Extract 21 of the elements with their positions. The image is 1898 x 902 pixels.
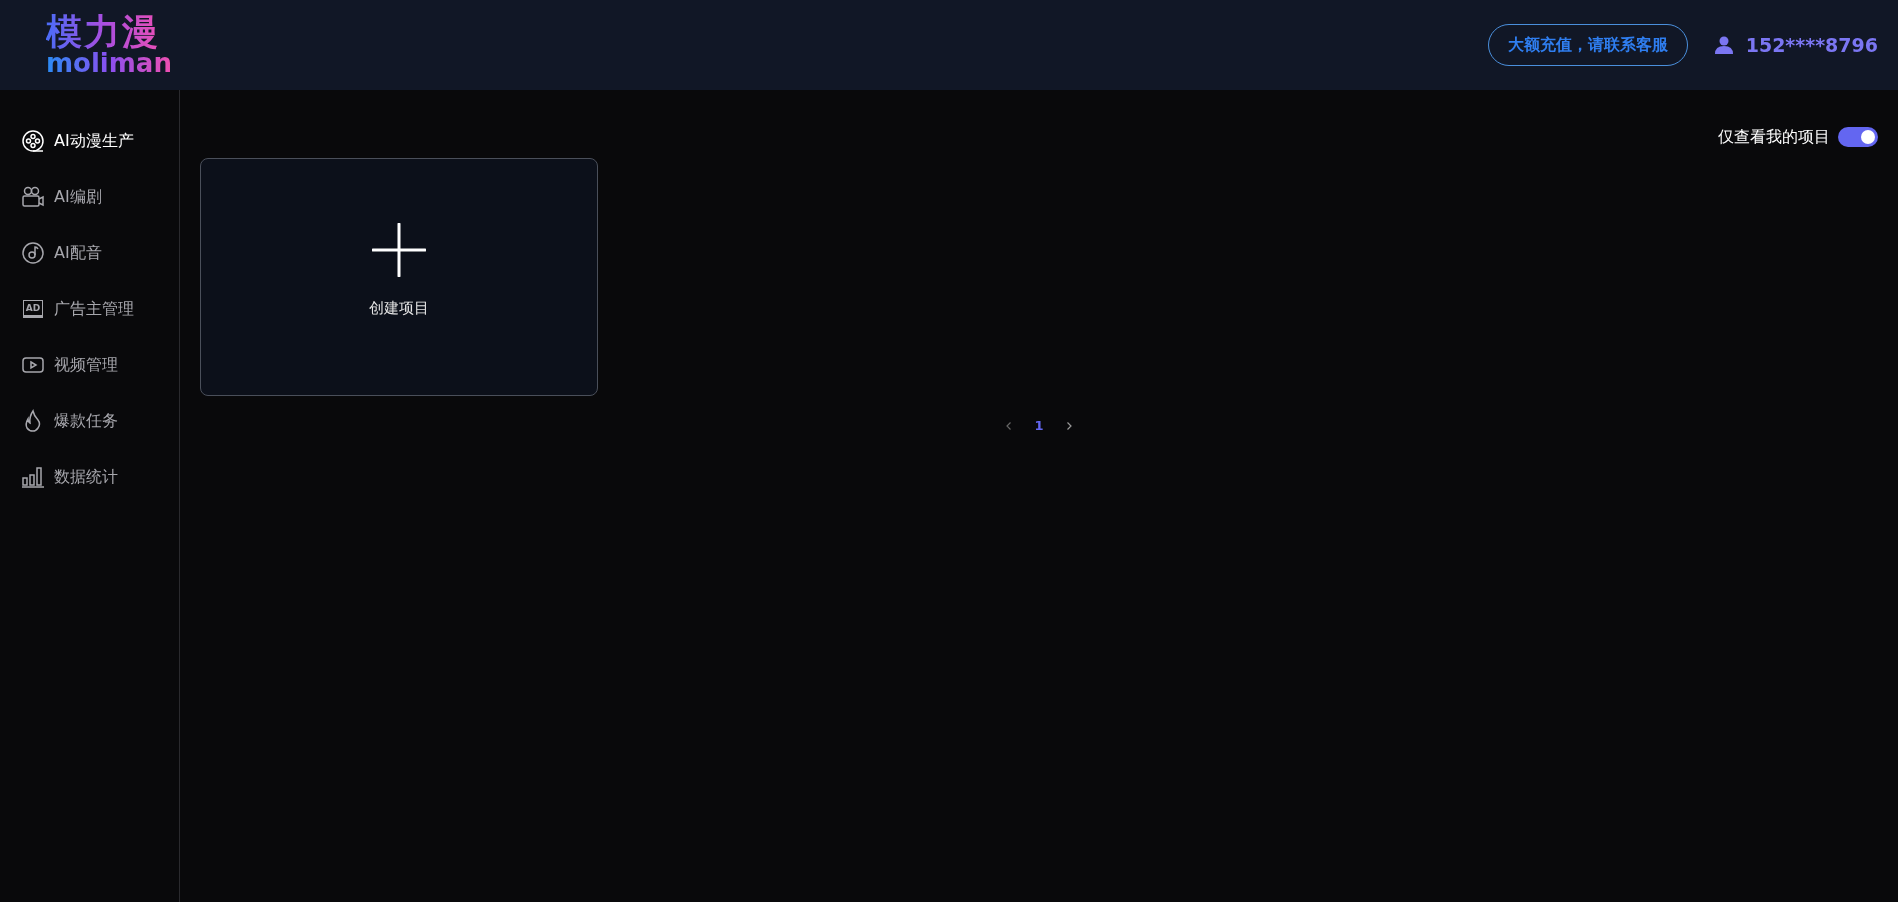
create-project-label: 创建项目 [369,298,429,318]
toggle-switch[interactable] [1838,127,1878,147]
music-disc-icon [21,241,45,265]
sidebar-item[interactable]: 爆款任务 [0,393,179,449]
create-project-card[interactable]: 创建项目 [200,158,598,396]
sidebar-item[interactable]: AD 广告主管理 [0,281,179,337]
plus-icon [372,222,426,277]
video-camera-icon [21,185,45,209]
filter-label: 仅查看我的项目 [1718,126,1830,148]
sidebar-item[interactable]: 视频管理 [0,337,179,393]
user-icon[interactable] [1713,35,1734,55]
user-phone[interactable]: 152****8796 [1745,34,1878,56]
sidebar-item[interactable]: 数据统计 [0,449,179,505]
sidebar-item[interactable]: AI配音 [0,225,179,281]
sidebar-item[interactable]: AI编剧 [0,169,179,225]
logo-title: 模力漫 [46,14,160,50]
sidebar-item[interactable]: AI动漫生产 [0,113,179,169]
page-number[interactable]: 1 [1034,418,1044,433]
ad-icon: AD [23,300,43,318]
film-reel-icon [21,129,45,153]
bar-chart-icon [21,465,45,489]
